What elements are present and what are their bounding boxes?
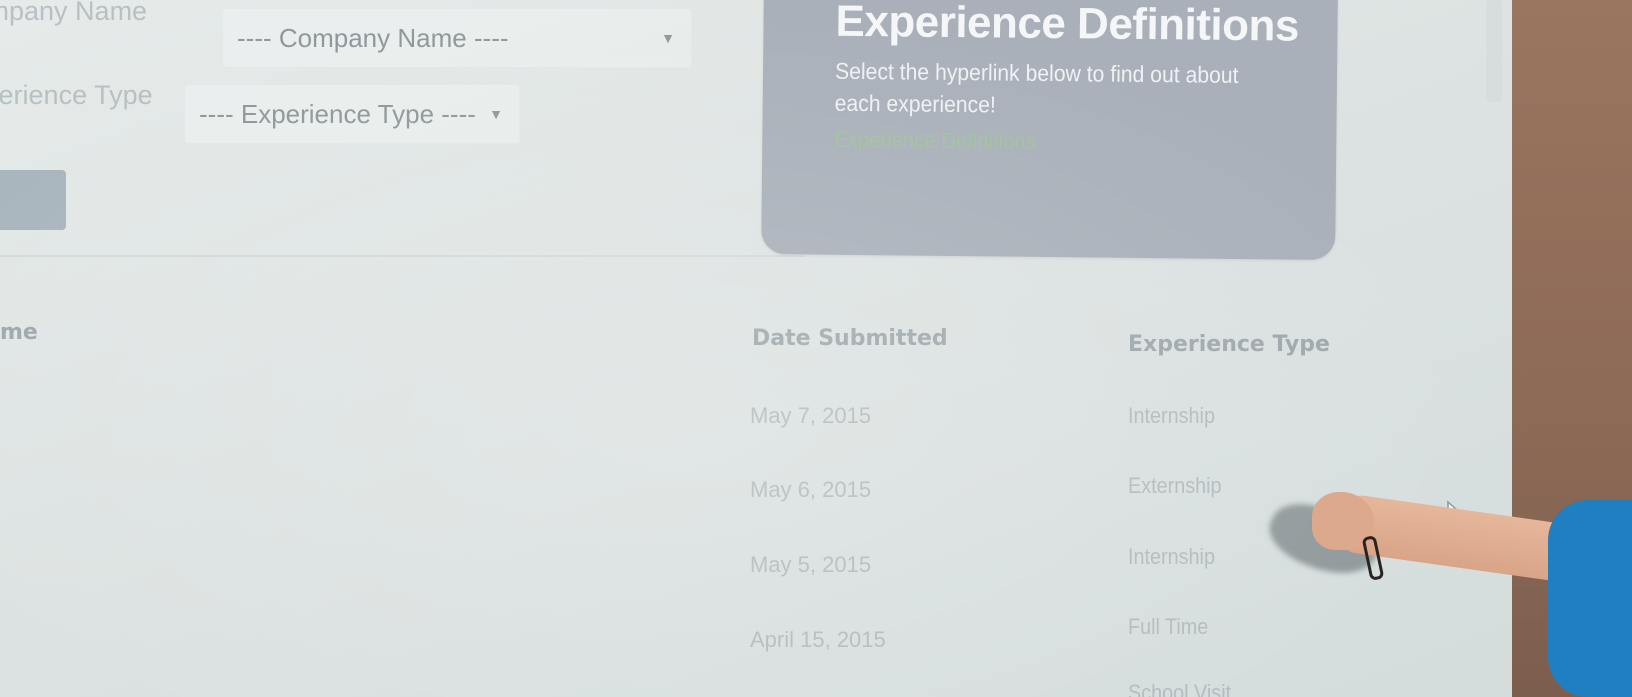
experience-type-select[interactable]: ---- Experience Type ---- ▼ (184, 84, 520, 144)
experience-type-label: Experience Type (0, 80, 153, 110)
table-cell-date: April 15, 2015 (750, 627, 886, 652)
divider (0, 255, 805, 257)
table-cell-date: May 5, 2015 (750, 552, 872, 577)
search-button[interactable] (0, 170, 66, 230)
table-cell-date: May 7, 2015 (750, 403, 872, 428)
column-header-date-submitted[interactable]: Date Submitted (752, 326, 948, 351)
column-header-name[interactable]: me (0, 320, 38, 345)
experience-definitions-panel: Experience Definitions Select the hyperl… (761, 0, 1338, 260)
experience-definitions-link[interactable]: Experience Definitions (834, 127, 1036, 155)
table-cell-type: Internship (1128, 544, 1215, 569)
table-cell-date: May 6, 2015 (750, 477, 872, 502)
table-cell-type: Internship (1128, 403, 1215, 428)
column-header-experience-type[interactable]: Experience Type (1128, 332, 1330, 357)
panel-title: Experience Definitions (835, 0, 1300, 51)
company-name-label: Company Name (0, 0, 148, 26)
scrollbar-thumb[interactable] (1486, 0, 1502, 102)
company-name-select-value: ---- Company Name ---- (237, 22, 509, 53)
dropdown-caret-icon: ▼ (489, 106, 503, 122)
presenter-sleeve (1548, 500, 1632, 697)
experience-type-select-value: ---- Experience Type ---- (199, 98, 476, 129)
table-cell-type: Externship (1128, 473, 1222, 498)
table-cell-type: Full Time (1128, 614, 1209, 639)
projected-screen: Company Name ---- Company Name ---- ▼ Ex… (0, 0, 1512, 697)
company-name-select[interactable]: ---- Company Name ---- ▼ (222, 8, 692, 68)
dropdown-caret-icon: ▼ (661, 30, 675, 46)
panel-description: Select the hyperlink below to find out a… (834, 57, 1239, 118)
table-cell-type: School Visit (1128, 680, 1232, 697)
